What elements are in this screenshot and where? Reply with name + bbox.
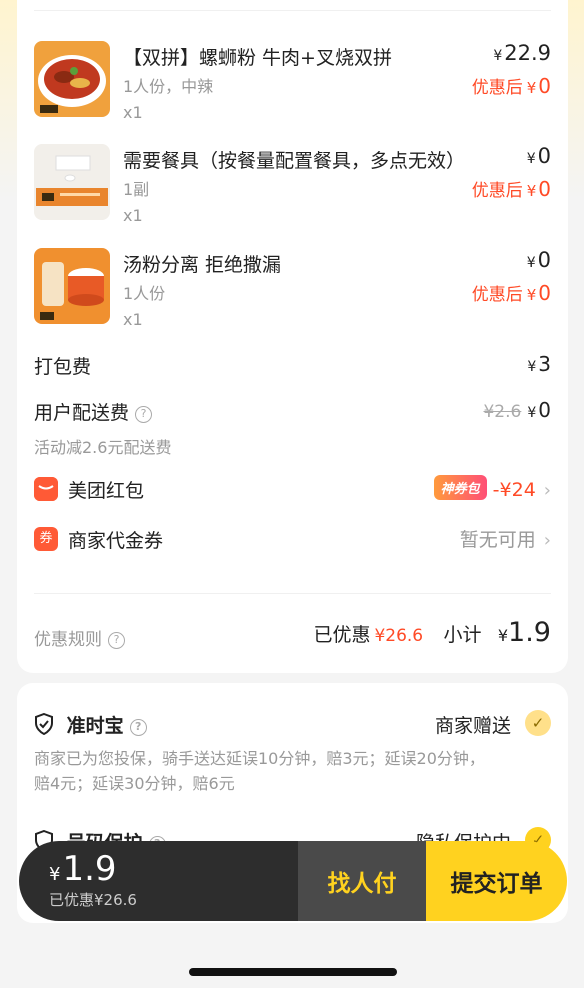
checkout-bar: ¥1.9 已优惠¥26.6 找人付 提交订单 (19, 841, 567, 921)
shield-icon (35, 713, 53, 735)
summary-row: 优惠规则? 已优惠 ¥26.6 小计 ¥1.9 (34, 617, 551, 655)
item-price-after-discount: 优惠后 ¥0 (471, 74, 551, 98)
order-item[interactable]: 【双拼】螺蛳粉 牛肉+叉烧双拼 1人份，中辣 x1 ¥22.9 优惠后 ¥0 (34, 41, 551, 131)
item-thumbnail (34, 144, 110, 220)
delivery-fee-row: 用户配送费? ¥2.6 ¥0 (34, 398, 551, 424)
shen-coupon-badge: 神券包 (433, 475, 487, 500)
pay-by-other-button[interactable]: 找人付 (298, 841, 426, 921)
item-spec: 1人份，中辣 (123, 77, 214, 96)
merchant-coupon-value: 暂无可用 › (459, 529, 551, 551)
on-time-status: 商家赠送 (434, 715, 511, 737)
chevron-right-icon: › (543, 530, 551, 551)
saved-label: 已优惠 (313, 624, 371, 646)
home-indicator (189, 968, 397, 976)
chevron-right-icon: › (543, 480, 551, 501)
item-name: 需要餐具（按餐量配置餐具，多点无效） (123, 150, 466, 172)
help-icon[interactable]: ? (129, 719, 147, 736)
delivery-fee-value: ¥2.6 ¥0 (483, 398, 551, 422)
item-name: 【双拼】螺蛳粉 牛肉+叉烧双拼 (123, 47, 392, 69)
packing-fee-value: ¥3 (527, 352, 551, 376)
subtotal-label: 小计 (443, 624, 482, 646)
discount-rules-link[interactable]: 优惠规则? (34, 625, 125, 650)
order-item[interactable]: 汤粉分离 拒绝撒漏 1人份 x1 ¥0 优惠后 ¥0 (34, 248, 551, 338)
order-item[interactable]: 需要餐具（按餐量配置餐具，多点无效） 1副 x1 ¥0 优惠后 ¥0 (34, 144, 551, 234)
help-icon[interactable]: ? (135, 406, 153, 423)
packing-fee-label: 打包费 (34, 356, 92, 378)
on-time-title: 准时宝? (34, 711, 147, 738)
order-card: 【双拼】螺蛳粉 牛肉+叉烧双拼 1人份，中辣 x1 ¥22.9 优惠后 ¥0 需要… (17, 0, 568, 673)
item-name: 汤粉分离 拒绝撒漏 (123, 254, 282, 276)
top-divider (34, 10, 551, 11)
merchant-coupon-label: 商家代金券 (68, 530, 164, 552)
item-price-after-discount: 优惠后 ¥0 (471, 281, 551, 305)
coupon-icon: 券 (34, 527, 58, 551)
on-time-guarantee-row[interactable]: 准时宝? 商家赠送 ✓ (34, 710, 551, 741)
on-time-description: 商家已为您投保，骑手送达延误10分钟，赔3元；延误20分钟， 赔4元；延误30分… (34, 749, 485, 793)
subtotal-amount: 1.9 (508, 617, 551, 648)
item-thumbnail (34, 248, 110, 324)
item-spec: 1人份 (123, 284, 166, 303)
merchant-coupon-row[interactable]: 券 商家代金券 暂无可用 › (34, 527, 551, 555)
item-price: ¥22.9 (493, 41, 551, 65)
red-packet-label: 美团红包 (68, 480, 145, 502)
red-packet-row[interactable]: 美团红包 神券包 -¥24 › (34, 475, 551, 505)
item-quantity: x1 (123, 103, 143, 122)
red-packet-value: 神券包 -¥24 › (433, 475, 551, 501)
help-icon[interactable]: ? (108, 632, 125, 649)
checkout-total: ¥1.9 (49, 849, 117, 889)
saved-amount: ¥26.6 (374, 626, 424, 646)
delivery-original-price: ¥2.6 (483, 402, 522, 422)
delivery-discount-note: 活动减2.6元配送费 (34, 438, 172, 457)
red-packet-amount: -¥24 (492, 479, 536, 501)
item-price-after-discount: 优惠后 ¥0 (471, 177, 551, 201)
item-spec: 1副 (123, 180, 150, 199)
submit-order-button[interactable]: 提交订单 (426, 841, 567, 921)
check-icon[interactable]: ✓ (525, 710, 551, 736)
red-packet-icon (34, 477, 58, 501)
item-price: ¥0 (526, 144, 551, 168)
item-quantity: x1 (123, 206, 143, 225)
packing-fee-row: 打包费 ¥3 (34, 352, 551, 378)
item-quantity: x1 (123, 310, 143, 329)
item-thumbnail (34, 41, 110, 117)
summary-values: 已优惠 ¥26.6 小计 ¥1.9 (313, 617, 551, 648)
summary-divider (34, 593, 551, 594)
item-price: ¥0 (526, 248, 551, 272)
checkout-saved: 已优惠¥26.6 (49, 891, 137, 909)
checkout-total-panel: ¥1.9 已优惠¥26.6 (19, 841, 298, 921)
delivery-fee-label: 用户配送费? (34, 398, 153, 425)
